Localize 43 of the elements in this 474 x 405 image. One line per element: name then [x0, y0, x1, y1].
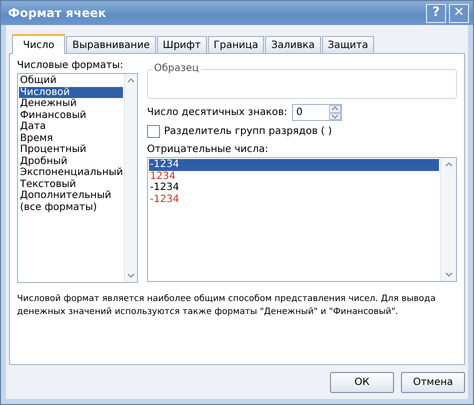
list-item[interactable]: Числовой [19, 86, 124, 98]
window-title: Формат ячеек [8, 6, 106, 20]
list-item[interactable]: Денежный [19, 98, 124, 110]
description-text: Числовой формат является наиболее общим способом представления чисел. Для вывода денежных значений используются также форматы "Денежный" и "Финансовый". [17, 293, 437, 319]
list-item[interactable]: Финансовый [19, 110, 124, 121]
tab[interactable]: Граница [208, 36, 264, 53]
list-item[interactable]: -1234 [149, 194, 439, 205]
format-list[interactable]: Общий Числовой Денежный Финансовый Дата Время Процентный Дробный Экспоненциальный Текстовый Дополнительный (все форматы) [17, 73, 138, 283]
label: Число десятичных знаков: [147, 107, 288, 118]
negative-list[interactable]: -1234 1234 -1234 -1234 [147, 157, 457, 282]
list-item[interactable]: (все форматы) [19, 202, 124, 213]
tab[interactable]: Заливка [265, 36, 321, 53]
list-item[interactable]: Дополнительный [19, 190, 124, 202]
scrollbar[interactable] [124, 74, 137, 282]
dialog-button[interactable]: ОК [330, 372, 394, 393]
list-item[interactable]: Процентный [19, 144, 124, 156]
list-item[interactable]: 1234 [149, 170, 439, 182]
tab[interactable]: Шрифт [156, 36, 207, 53]
scroll-up-icon [444, 162, 452, 167]
scroll-up-icon [127, 78, 136, 83]
label: Отрицательные числа: [147, 144, 270, 155]
checkbox[interactable] [147, 125, 160, 138]
scrollbar[interactable] [440, 158, 456, 281]
list-item[interactable]: Дробный [19, 156, 124, 167]
tab[interactable]: Число [12, 34, 66, 54]
label: Числовые форматы: [17, 60, 124, 71]
spin-down-icon [331, 114, 340, 119]
dialog-button[interactable]: Отмена [401, 372, 465, 393]
list-item[interactable]: Дата [19, 121, 124, 132]
list-item[interactable]: -1234 [149, 159, 439, 170]
label: Разделитель групп разрядов ( ) [164, 126, 332, 137]
spin-up-icon [331, 106, 340, 112]
tab[interactable]: Защита [322, 36, 374, 53]
list-item[interactable]: Экспоненциальный [19, 167, 124, 178]
scroll-down-icon [127, 273, 136, 278]
list-item[interactable]: Текстовый [19, 178, 124, 190]
list-item[interactable]: Общий [19, 75, 124, 86]
tab[interactable]: Выравнивание [66, 36, 156, 53]
list-item[interactable]: Время [19, 132, 124, 144]
group-label: Образец [152, 63, 201, 74]
decimals-spinner[interactable]: 0 [292, 104, 342, 121]
list-item[interactable]: -1234 [149, 182, 439, 194]
scroll-down-icon [444, 272, 452, 277]
